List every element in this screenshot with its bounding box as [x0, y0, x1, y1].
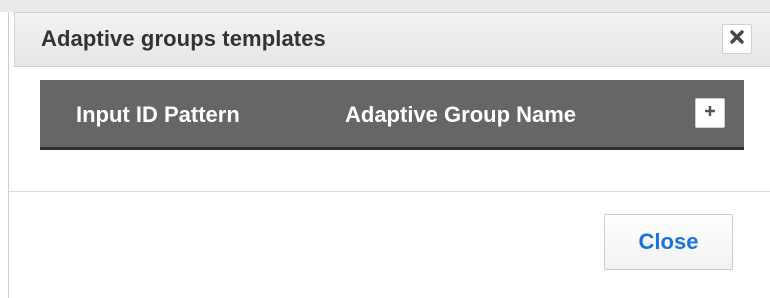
table-header-underline — [40, 147, 744, 150]
footer-divider — [9, 191, 770, 192]
column-header-adaptive-group-name: Adaptive Group Name — [345, 102, 577, 127]
dialog-header: Adaptive groups templates — [14, 12, 770, 67]
table-header: Input ID Pattern Adaptive Group Name — [40, 80, 744, 147]
dialog-left-border — [8, 12, 9, 298]
templates-table: Input ID Pattern Adaptive Group Name — [40, 80, 744, 150]
close-icon — [729, 29, 745, 50]
page: Adaptive groups templates Input ID Patte… — [0, 0, 770, 298]
close-button[interactable]: Close — [604, 214, 733, 270]
add-template-button[interactable] — [695, 98, 725, 128]
dialog-title: Adaptive groups templates — [41, 26, 326, 51]
top-strip — [0, 0, 770, 12]
plus-icon — [703, 104, 717, 123]
column-header-input-id-pattern: Input ID Pattern — [76, 102, 240, 127]
close-dialog-button[interactable] — [722, 24, 752, 54]
